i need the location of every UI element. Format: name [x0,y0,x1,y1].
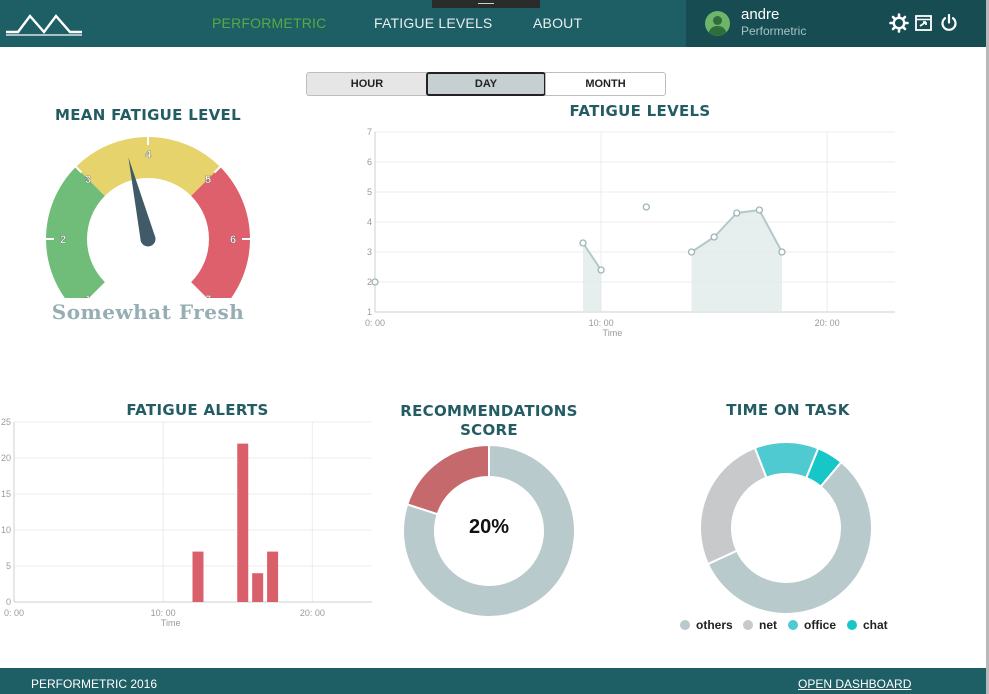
data-point [687,248,696,256]
data-point [642,203,650,211]
footer-copyright: PERFORMETRIC 2016 [31,677,158,691]
top-navbar: PERFORMETRIC FATIGUE LEVELS ABOUT andre … [0,0,986,47]
alert-bar [237,443,249,602]
nav-fatigue-levels[interactable]: FATIGUE LEVELS [374,15,492,31]
legend-label: others [696,618,733,632]
fatigue-levels-title: FATIGUE LEVELS [569,102,711,120]
data-point [710,233,718,241]
gauge-title: MEAN FATIGUE LEVEL [55,106,241,124]
avatar[interactable] [705,11,730,36]
y-tick-label: 5 [6,561,11,571]
legend-swatch [680,620,690,630]
legend-label: office [804,618,837,632]
legend-item-office[interactable]: office [788,618,836,632]
y-tick-label: 2 [367,277,372,287]
legend-label: chat [863,618,888,632]
data-point [579,239,587,247]
y-tick-label: 4 [367,217,372,227]
legend-label: net [759,618,777,632]
y-tick-label: 0 [6,597,11,607]
y-tick-label: 25 [1,417,11,427]
fatigue-alerts-chart: 0 5 10 15 20 25 0: 00 10: 00 20: 00 Time [1,417,372,628]
gauge-band [75,137,221,196]
user-role: Performetric [741,24,807,38]
y-tick-label: 5 [367,187,372,197]
y-tick-label: 3 [367,247,372,257]
data-point [778,248,786,256]
alert-bar [192,551,204,602]
x-axis-title: Time [603,328,623,338]
recommendations-title-line-2: SCORE [460,421,518,439]
window-grip [432,0,540,8]
gauge-needle-hub [140,231,156,247]
app-root: PERFORMETRIC FATIGUE LEVELS ABOUT andre … [0,0,989,694]
data-point [733,209,741,217]
y-tick-label: 20 [1,453,11,463]
alert-bar [267,551,279,602]
power-icon[interactable] [939,13,959,33]
nav-about[interactable]: ABOUT [533,15,582,31]
gauge-tick-label: 3 [85,174,91,186]
data-point [371,278,379,286]
fatigue-gauge: 1 2 3 4 5 6 7 [45,137,251,298]
data-point [597,266,605,274]
x-tick-label: 0: 00 [365,318,385,328]
nav-performetric[interactable]: PERFORMETRIC [212,15,326,31]
range-month-button[interactable]: MONTH [545,72,666,96]
office-slice [753,441,820,480]
y-tick-label: 1 [367,307,372,317]
legend-item-others[interactable]: others [680,618,733,632]
legend-swatch [847,620,857,630]
net-slice [699,446,768,566]
user-icon [708,16,727,36]
y-tick-label: 7 [367,127,372,137]
open-dashboard-link[interactable]: OPEN DASHBOARD [798,677,911,691]
user-name: andre [741,6,780,23]
y-tick-label: 6 [367,157,372,167]
area-fill [583,243,602,312]
x-tick-label: 20: 00 [300,608,325,618]
gauge-tick-label: 4 [145,149,152,161]
user-panel: andre Performetric [686,0,986,47]
gauge-tick-label: 1 [85,294,91,298]
x-tick-label: 20: 00 [815,318,840,328]
gauge-tick-label: 6 [230,234,236,246]
range-hour-button[interactable]: HOUR [306,72,428,96]
x-tick-label: 10: 00 [151,608,176,618]
gauge-status-text: Somewhat Fresh [51,300,245,324]
performetric-logo[interactable] [4,10,84,36]
time-on-task-donut [699,441,873,615]
fatigue-levels-chart: 1 2 3 4 5 6 7 0: 00 10: 00 20: 00 Time [365,127,895,338]
x-tick-label: 0: 00 [4,608,24,618]
export-icon[interactable] [914,13,934,33]
time-on-task-title: TIME ON TASK [726,401,850,419]
x-axis-title: Time [161,618,181,628]
y-tick-label: 15 [1,489,11,499]
legend-swatch [743,620,753,630]
recommendations-title: RECOMMENDATIONS SCORE [389,402,589,440]
recommendations-title-line-1: RECOMMENDATIONS [400,402,578,420]
settings-icon[interactable] [889,13,909,33]
data-point [755,206,763,214]
range-day-button[interactable]: DAY [426,72,546,96]
recommendations-score-value: 20% [468,516,510,538]
gauge-tick-label: 5 [205,174,211,186]
legend-item-chat[interactable]: chat [847,618,888,632]
y-tick-label: 10 [1,525,11,535]
legend-item-net[interactable]: net [743,618,777,632]
score-slice [405,443,490,516]
gauge-tick-label: 7 [205,294,211,298]
alert-bar [252,573,264,602]
footer-bar: PERFORMETRIC 2016 OPEN DASHBOARD [0,668,986,694]
gauge-tick-label: 2 [60,234,66,246]
x-tick-label: 10: 00 [589,318,614,328]
legend-swatch [788,620,798,630]
